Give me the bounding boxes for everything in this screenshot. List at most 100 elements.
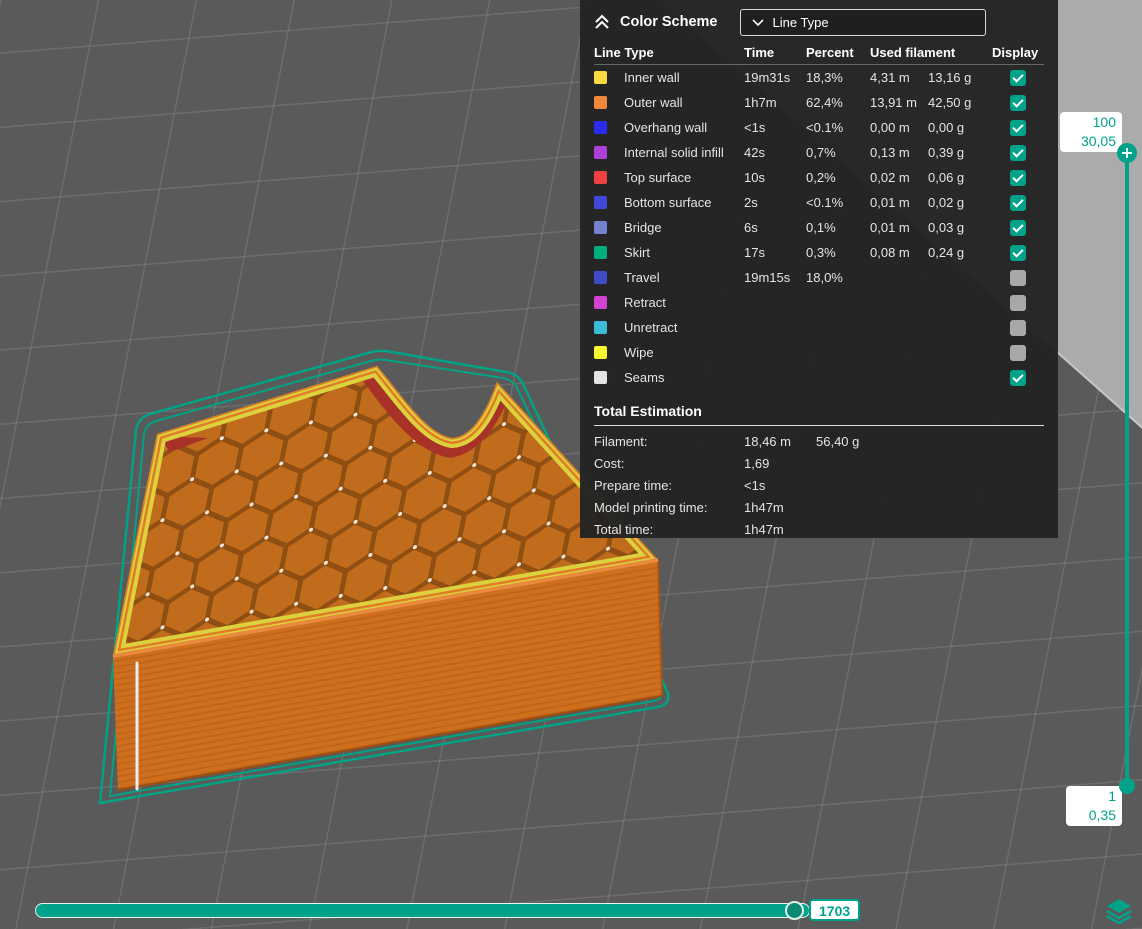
display-checkbox[interactable] <box>1010 319 1026 336</box>
line-type-swatch-cell <box>594 246 624 259</box>
display-checkbox[interactable] <box>1010 269 1026 286</box>
display-checkbox[interactable] <box>1010 219 1026 236</box>
line-type-row: Overhang wall <1s <0.1% 0,00 m 0,00 g <box>594 115 1044 140</box>
line-type-label: Retract <box>624 295 666 310</box>
color-swatch <box>594 196 607 209</box>
bottom-layer-height: 0,35 <box>1088 807 1116 823</box>
color-swatch <box>594 121 607 134</box>
top-layer-height: 30,05 <box>1080 133 1116 149</box>
line-type-label: Outer wall <box>624 95 683 110</box>
used-filament-m: 0,01 m <box>870 220 910 235</box>
color-swatch <box>594 296 607 309</box>
line-type-row: Bridge 6s 0,1% 0,01 m 0,03 g <box>594 215 1044 240</box>
estimation-value-2: 56,40 g <box>816 433 860 449</box>
color-scheme-dropdown[interactable]: Line Type <box>739 8 986 36</box>
estimation-value: 1h47m <box>744 499 784 515</box>
layers-icon[interactable] <box>1104 896 1134 926</box>
estimation-label: Prepare time: <box>594 477 673 493</box>
display-checkbox[interactable] <box>1010 94 1026 111</box>
display-checkbox-cell <box>992 244 1044 261</box>
time-value: 17s <box>744 245 765 260</box>
layer-range-top-label: 100 30,05 <box>1060 112 1122 152</box>
line-type-swatch-cell <box>594 171 624 184</box>
color-swatch <box>594 71 607 84</box>
estimation-value: 1,69 <box>744 455 770 471</box>
line-type-label: Seams <box>624 370 665 385</box>
layer-slider-lower-handle[interactable] <box>1119 778 1135 794</box>
display-checkbox-cell <box>992 219 1044 236</box>
line-type-swatch-cell <box>594 271 624 284</box>
line-type-rows: Inner wall 19m31s 18,3% 4,31 m 13,16 g Outer … <box>594 65 1044 390</box>
divider <box>594 425 1044 426</box>
move-slider-track[interactable] <box>35 903 810 918</box>
used-filament-m: 13,91 m <box>870 95 917 110</box>
percent-value: 62,4% <box>806 95 843 110</box>
line-type-swatch-cell <box>594 371 624 384</box>
display-checkbox-cell <box>992 94 1044 111</box>
used-filament-m: 0,01 m <box>870 195 910 210</box>
display-checkbox[interactable] <box>1010 69 1026 86</box>
time-value: 19m31s <box>744 70 791 85</box>
color-swatch <box>594 371 607 384</box>
line-type-label: Internal solid infill <box>624 145 724 160</box>
chevron-down-icon <box>751 19 764 27</box>
move-slider-handle[interactable] <box>785 901 804 920</box>
layer-range-bottom-label: 1 0,35 <box>1066 786 1122 826</box>
estimation-value: 1h47m <box>744 521 784 537</box>
estimation-row: Filament: 18,46 m 56,40 g <box>594 430 1044 452</box>
line-type-swatch-cell <box>594 346 624 359</box>
line-type-row: Travel 19m15s 18,0% <box>594 265 1044 290</box>
color-swatch <box>594 246 607 259</box>
panel-header: Color Scheme Line Type <box>580 0 1058 40</box>
time-value: 2s <box>744 195 758 210</box>
layer-slider-track[interactable] <box>1125 150 1129 790</box>
display-checkbox[interactable] <box>1010 144 1026 161</box>
color-swatch <box>594 171 607 184</box>
header-line-type: Line Type <box>594 44 654 60</box>
line-type-row: Inner wall 19m31s 18,3% 4,31 m 13,16 g <box>594 65 1044 90</box>
display-checkbox[interactable] <box>1010 194 1026 211</box>
display-checkbox-cell <box>992 319 1044 336</box>
display-checkbox-cell <box>992 69 1044 86</box>
dropdown-value: Line Type <box>772 14 829 30</box>
used-filament-m: 4,31 m <box>870 70 910 85</box>
collapse-panel-icon[interactable] <box>594 14 610 30</box>
percent-value: 0,7% <box>806 145 836 160</box>
line-type-label: Unretract <box>624 320 678 335</box>
estimation-value: <1s <box>744 477 766 493</box>
line-type-label: Inner wall <box>624 70 680 85</box>
display-checkbox[interactable] <box>1010 369 1026 386</box>
line-type-swatch-cell <box>594 121 624 134</box>
header-percent: Percent <box>806 44 854 60</box>
display-checkbox[interactable] <box>1010 294 1026 311</box>
line-type-swatch-cell <box>594 96 624 109</box>
display-checkbox[interactable] <box>1010 244 1026 261</box>
estimation-row: Model printing time: 1h47m <box>594 496 1044 518</box>
total-estimation-title: Total Estimation <box>594 403 702 419</box>
line-type-row: Retract <box>594 290 1044 315</box>
color-scheme-panel: Color Scheme Line Type Line Type Time Pe… <box>580 0 1058 538</box>
used-filament-m: 0,08 m <box>870 245 910 260</box>
move-slider-value-label: 1703 <box>809 899 861 921</box>
line-type-label: Top surface <box>624 170 692 185</box>
layer-slider-upper-handle[interactable] <box>1117 143 1137 163</box>
percent-value: 18,3% <box>806 70 843 85</box>
line-type-row: Internal solid infill 42s 0,7% 0,13 m 0,39 g <box>594 140 1044 165</box>
display-checkbox[interactable] <box>1010 169 1026 186</box>
color-swatch <box>594 96 607 109</box>
display-checkbox[interactable] <box>1010 344 1026 361</box>
line-type-label: Bridge <box>624 220 662 235</box>
estimation-label: Model printing time: <box>594 499 708 515</box>
display-checkbox[interactable] <box>1010 119 1026 136</box>
line-type-swatch-cell <box>594 146 624 159</box>
display-checkbox-cell <box>992 194 1044 211</box>
time-value: 10s <box>744 170 765 185</box>
display-checkbox-cell <box>992 294 1044 311</box>
line-type-label: Wipe <box>624 345 654 360</box>
header-display: Display <box>992 44 1039 60</box>
color-swatch <box>594 146 607 159</box>
plus-icon <box>1122 148 1132 158</box>
line-type-row: Outer wall 1h7m 62,4% 13,91 m 42,50 g <box>594 90 1044 115</box>
line-type-row: Top surface 10s 0,2% 0,02 m 0,06 g <box>594 165 1044 190</box>
time-value: <1s <box>744 120 766 135</box>
